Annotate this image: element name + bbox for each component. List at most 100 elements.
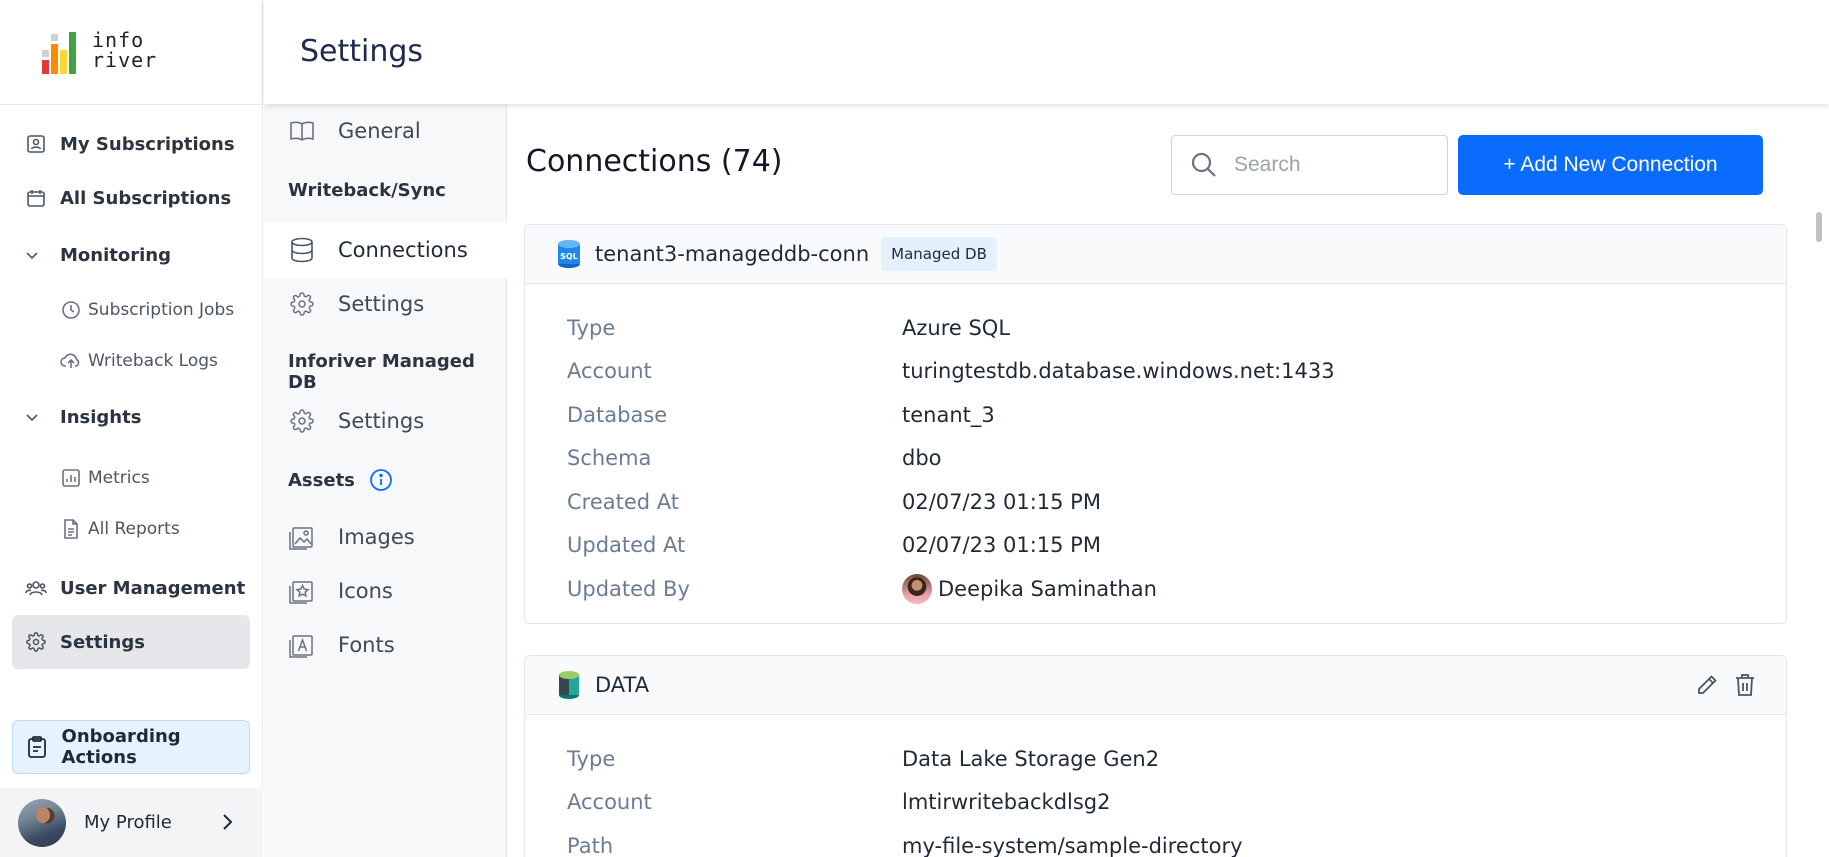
sidebar-item-user-management[interactable]: User Management [24,573,245,603]
chevron-down-icon [24,408,42,426]
cloud-upload-icon [60,350,82,372]
detail-row: Path my-file-system/sample-directory [567,833,1243,857]
gear-icon [288,407,316,435]
sidebar-group-monitoring[interactable]: Monitoring [24,240,171,270]
scrollbar-thumb[interactable] [1816,212,1822,242]
sidebar-item-writeback-logs[interactable]: Writeback Logs [60,346,218,376]
main-scrollbar[interactable] [1810,104,1829,857]
connection-card-header: DATA [525,656,1786,715]
delete-icon[interactable] [1732,672,1758,698]
sidebar-item-all-subscriptions[interactable]: All Subscriptions [24,183,231,213]
subnav-heading-writeback: Writeback/Sync [288,180,446,201]
calendar-icon [24,186,48,210]
subnav-item-general[interactable]: General [288,114,421,148]
subnav-item-connections[interactable]: Connections [288,233,468,267]
image-icon [288,523,316,551]
avatar [18,798,66,847]
page-title: Settings [300,34,424,69]
assets-heading-label: Assets [288,469,355,491]
onboarding-label: Onboarding Actions [61,726,181,768]
logo-bars-icon [42,30,86,74]
sidebar-item-label: All Reports [88,519,180,539]
main-sidebar: info river My Subscriptions All Subscrip… [0,0,263,857]
bar-chart-icon [60,467,82,489]
subnav-label: Connections [338,238,468,262]
star-icon [288,577,316,605]
detail-row: Database tenant_3 [567,402,995,427]
sidebar-item-my-subscriptions[interactable]: My Subscriptions [24,129,235,159]
connections-title: Connections (74) [526,144,783,179]
font-icon [288,631,316,659]
subnav-label: General [338,119,421,143]
subnav-heading-managed-db: Inforiver Managed DB [288,351,475,393]
subnav-label: Settings [338,292,425,316]
connection-name: tenant3-manageddb-conn [595,242,870,266]
search-box[interactable] [1171,135,1448,195]
sidebar-item-label: Subscription Jobs [88,300,235,320]
page-header: Settings [264,0,1829,104]
onboarding-actions-button[interactable]: Onboarding Actions [12,720,250,774]
avatar [902,573,932,604]
detail-row: Type Azure SQL [567,315,1011,340]
profile-label: My Profile [84,812,172,833]
sidebar-item-label: All Subscriptions [60,187,232,209]
detail-row: Updated At 02/07/23 01:15 PM [567,533,1101,558]
svg-text:SQL: SQL [560,252,578,261]
updated-by-name: Deepika Saminathan [938,576,1157,601]
gear-icon [24,630,48,654]
info-icon[interactable] [369,468,393,492]
sidebar-item-metrics[interactable]: Metrics [60,463,150,493]
subnav-item-writeback-settings[interactable]: Settings [288,287,424,321]
gear-icon [288,290,316,318]
connection-card: SQL tenant3-manageddb-conn Managed DB Ty… [524,224,1787,624]
chevron-down-icon [24,246,42,264]
data-lake-icon [557,670,581,700]
sidebar-item-label: Writeback Logs [88,351,218,371]
edit-icon[interactable] [1694,672,1720,698]
sidebar-item-label: Settings [60,631,145,653]
clock-icon [60,299,82,321]
subnav-label: Images [338,525,415,549]
user-badge-icon [24,132,48,156]
sidebar-item-label: Insights [60,406,142,428]
managed-db-badge: Managed DB [881,237,997,271]
database-icon [288,236,316,264]
users-icon [24,576,48,600]
document-icon [60,518,82,540]
sidebar-item-all-reports[interactable]: All Reports [60,514,180,544]
subnav-item-fonts[interactable]: Fonts [288,628,395,662]
detail-row: Account lmtirwritebackdlsg2 [567,790,1111,815]
detail-row: Schema dbo [567,446,942,471]
settings-subnav: General Writeback/Sync Connections Setti… [264,104,507,857]
book-icon [288,117,316,145]
search-input[interactable] [1234,153,1434,177]
add-new-connection-button[interactable]: + Add New Connection [1458,135,1763,195]
sidebar-item-label: Monitoring [60,244,171,266]
connection-card-header: SQL tenant3-manageddb-conn Managed DB [525,225,1786,284]
detail-row: Account turingtestdb.database.windows.net… [567,359,1335,384]
sidebar-group-insights[interactable]: Insights [24,402,141,432]
sidebar-item-label: My Subscriptions [60,133,235,155]
connection-name: DATA [595,673,650,697]
sidebar-item-label: User Management [60,577,246,599]
subnav-label: Icons [338,579,393,603]
sidebar-item-settings[interactable]: Settings [24,627,145,657]
sidebar-item-subscription-jobs[interactable]: Subscription Jobs [60,295,234,325]
clipboard-icon [27,736,48,758]
connections-panel: Connections (74) + Add New Connection SQ… [508,104,1810,857]
chevron-right-icon [217,812,237,832]
subnav-label: Settings [338,409,425,433]
subnav-heading-assets: Assets [288,468,393,492]
subnav-item-images[interactable]: Images [288,520,415,554]
search-icon [1190,150,1220,180]
subnav-item-managed-db-settings[interactable]: Settings [288,404,424,438]
inforiver-logo[interactable]: info river [42,30,157,74]
my-profile-button[interactable]: My Profile [0,788,263,857]
detail-row: Created At 02/07/23 01:15 PM [567,489,1101,514]
detail-row: Type Data Lake Storage Gen2 [567,746,1160,771]
connection-card: DATA Type Data Lake Storage Gen2 Account l… [524,655,1787,857]
subnav-label: Fonts [338,633,395,657]
sql-database-icon: SQL [557,239,581,269]
sidebar-item-label: Metrics [88,468,150,488]
subnav-item-icons[interactable]: Icons [288,574,393,608]
